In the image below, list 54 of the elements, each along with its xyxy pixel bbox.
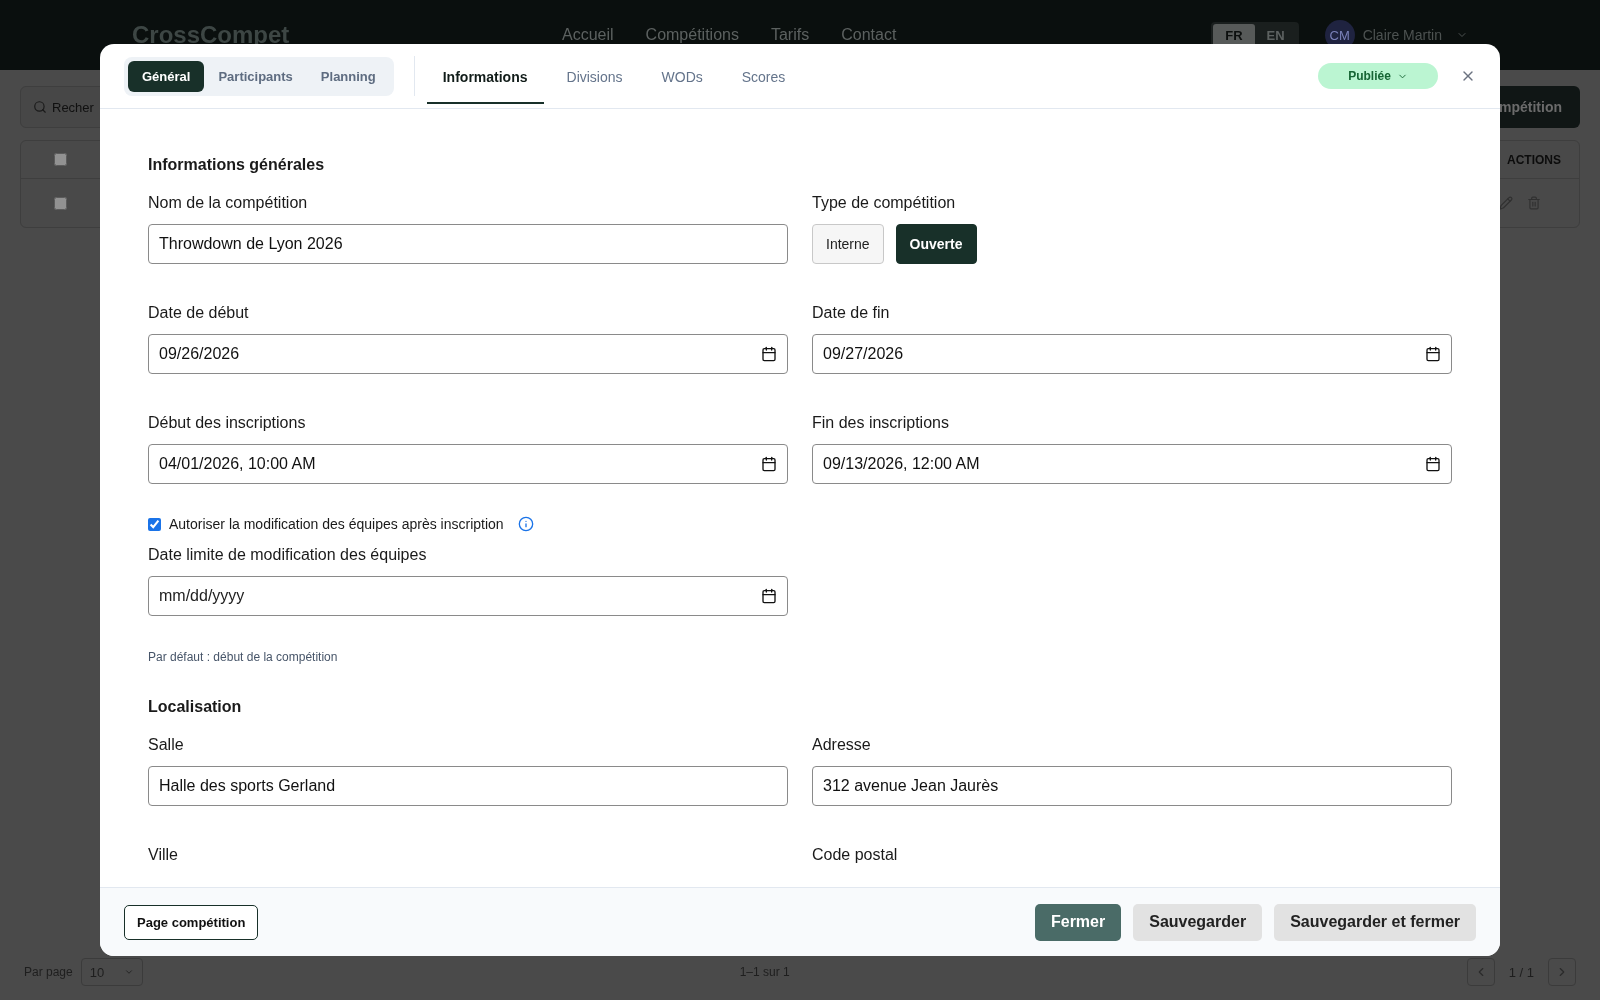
- column-header: ACTIONS: [1507, 152, 1561, 167]
- date-field[interactable]: 09/13/2026, 12:00 AM: [812, 444, 1452, 484]
- date-field[interactable]: mm/dd/yyyy: [148, 576, 788, 616]
- field-label: Date de fin: [812, 304, 891, 322]
- section-heading: Informations générales: [148, 156, 326, 174]
- calendar-icon[interactable]: [761, 456, 777, 472]
- status-dropdown[interactable]: Publiée: [1318, 63, 1438, 89]
- save-button[interactable]: Sauvegarder et fermer: [1274, 903, 1476, 941]
- field-label: Fin des inscriptions: [812, 414, 950, 432]
- row-checkbox[interactable]: [54, 196, 67, 210]
- tab[interactable]: WODs: [645, 48, 719, 104]
- field-label: Date de début: [148, 304, 250, 322]
- section-tab[interactable]: Général: [128, 60, 205, 92]
- field-label: Début des inscriptions: [148, 414, 307, 432]
- save-button[interactable]: Sauvegarder: [1133, 903, 1263, 941]
- date-field[interactable]: 09/26/2026: [148, 334, 788, 374]
- section-tab[interactable]: Participants: [204, 60, 307, 92]
- field-label: Salle: [148, 736, 185, 754]
- info-icon[interactable]: [517, 516, 534, 532]
- input-field[interactable]: Halle des sports Gerland: [148, 766, 788, 806]
- competition-page-button[interactable]: Page compétition: [124, 904, 259, 940]
- nav-link[interactable]: Compétitions: [645, 26, 739, 44]
- field-label: Ville: [148, 846, 179, 864]
- select-all-checkbox[interactable]: [54, 153, 67, 166]
- caret-icon: [123, 967, 134, 977]
- calendar-icon[interactable]: [761, 588, 777, 604]
- edit-icon[interactable]: [1499, 196, 1513, 210]
- field-label: Date limite de modification des équipes: [148, 546, 428, 564]
- type-option[interactable]: Interne: [812, 224, 884, 264]
- nav-link[interactable]: Accueil: [562, 26, 614, 44]
- nav-link[interactable]: Contact: [841, 26, 897, 44]
- nav-link[interactable]: Tarifs: [770, 26, 810, 44]
- input-field[interactable]: Throwdown de Lyon 2026: [148, 224, 788, 264]
- tab[interactable]: Scores: [725, 48, 802, 104]
- tab[interactable]: Divisions: [550, 48, 639, 104]
- field-label: Nom de la compétition: [148, 194, 309, 212]
- calendar-icon[interactable]: [1425, 346, 1441, 362]
- field-label: Type de compétition: [812, 194, 957, 212]
- field-label: Adresse: [812, 736, 872, 754]
- date-field[interactable]: 09/27/2026: [812, 334, 1452, 374]
- checkbox[interactable]: [148, 517, 161, 531]
- type-option[interactable]: Ouverte: [895, 224, 977, 264]
- input-field[interactable]: 312 avenue Jean Jaurès: [812, 766, 1452, 806]
- checkbox-label: Autoriser la modification des équipes après inscription: [169, 516, 504, 532]
- section-heading: Localisation: [148, 698, 243, 716]
- calendar-icon[interactable]: [1425, 456, 1441, 472]
- hint-text: Par défaut : début de la compétition: [148, 650, 339, 664]
- calendar-icon[interactable]: [761, 346, 777, 362]
- close-modal-button[interactable]: Fermer: [1034, 903, 1122, 941]
- date-field[interactable]: 04/01/2026, 10:00 AM: [148, 444, 788, 484]
- search-icon: [33, 100, 47, 114]
- tab[interactable]: Informations: [426, 48, 544, 104]
- field-label: Code postal: [812, 846, 899, 864]
- section-tab[interactable]: Planning: [306, 60, 390, 92]
